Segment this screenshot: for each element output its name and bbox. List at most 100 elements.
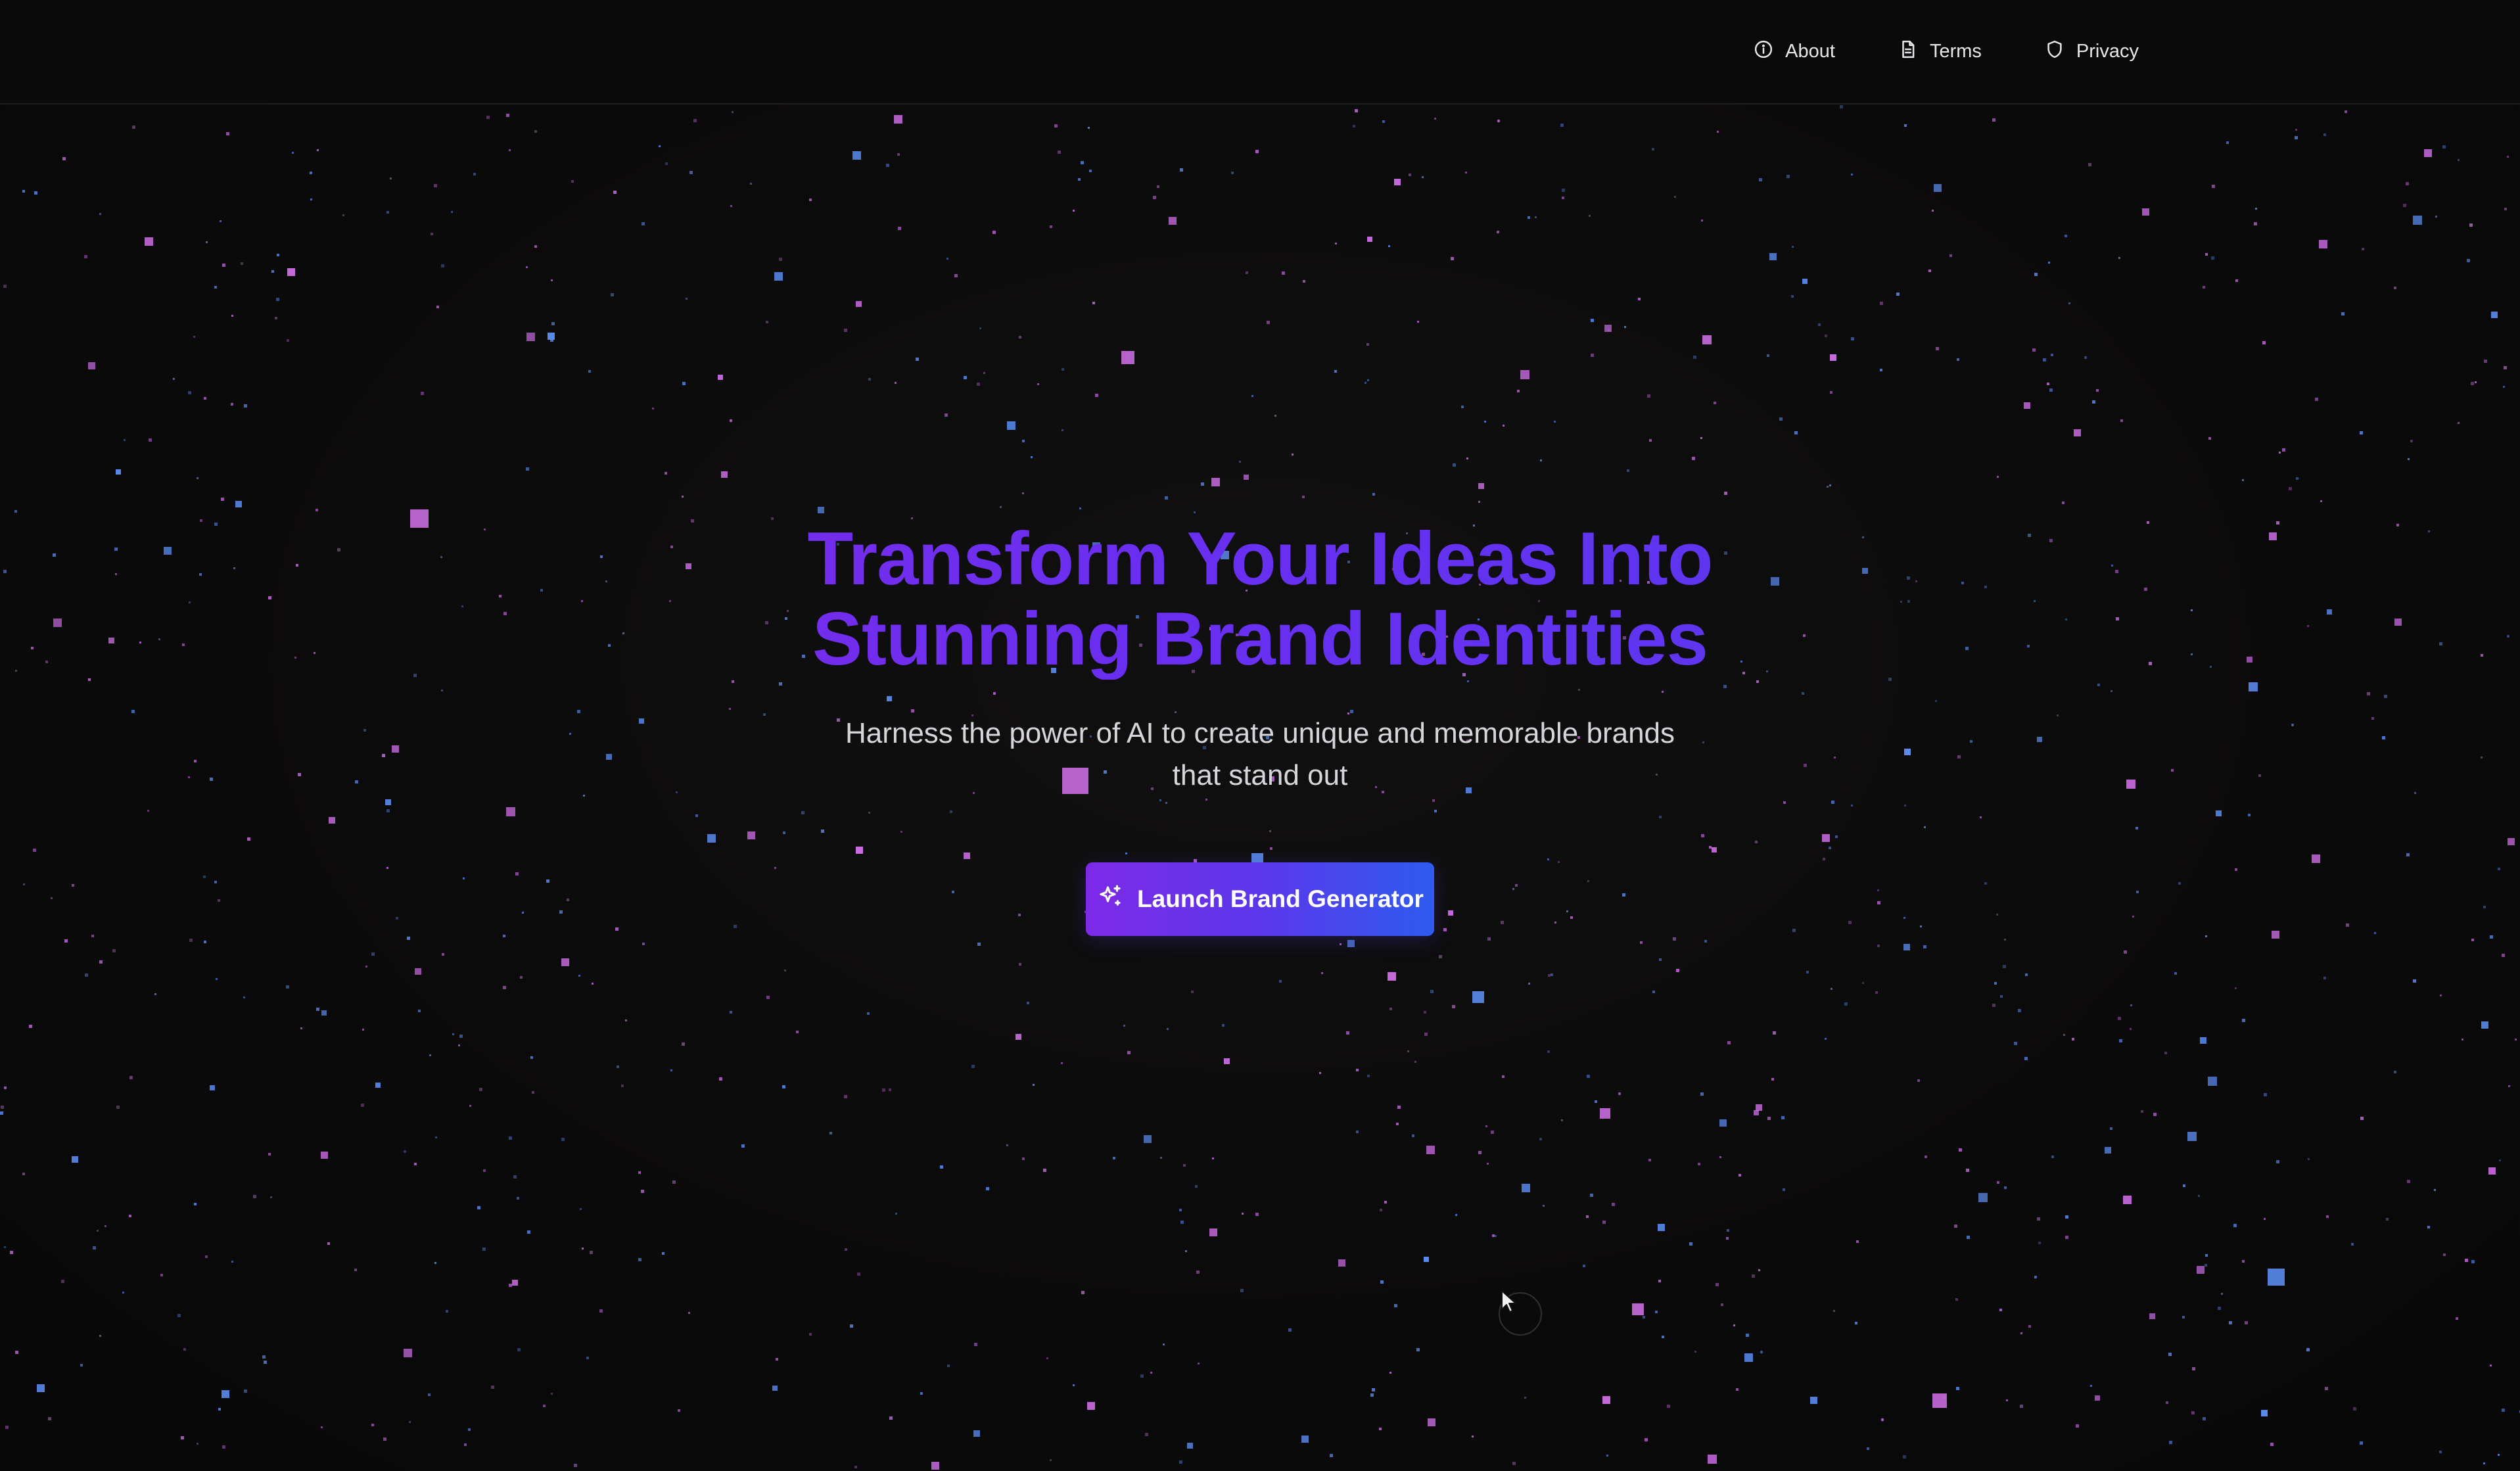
- nav-privacy-link[interactable]: Privacy: [2045, 39, 2139, 64]
- particle: [2323, 133, 2326, 136]
- particle: [1355, 109, 1358, 112]
- particle: [361, 1104, 364, 1107]
- particle: [2062, 502, 2065, 504]
- particle: [1334, 370, 1337, 373]
- particle: [84, 255, 87, 258]
- particle: [574, 1464, 577, 1467]
- particle: [1255, 1213, 1259, 1216]
- particle: [2308, 1158, 2310, 1160]
- particle: [1019, 336, 1021, 339]
- particle: [2242, 1019, 2245, 1022]
- particle: [2065, 1236, 2068, 1239]
- particle: [2110, 1127, 2112, 1130]
- particle: [1701, 220, 1703, 222]
- particle: [183, 1348, 186, 1351]
- particle: [2407, 1180, 2410, 1183]
- particle: [292, 152, 294, 154]
- particle: [1562, 197, 1564, 199]
- particle: [1424, 1033, 1428, 1036]
- particle: [730, 419, 732, 422]
- particle: [1830, 391, 1832, 394]
- nav-about-link[interactable]: About: [1754, 39, 1835, 64]
- particle: [2034, 273, 2038, 276]
- particle: [1244, 475, 1249, 480]
- particle: [2068, 302, 2070, 304]
- particle: [1652, 148, 1654, 151]
- particle: [435, 1136, 437, 1138]
- particle: [2502, 1409, 2505, 1412]
- particle: [2051, 1156, 2054, 1158]
- particle: [2276, 1160, 2279, 1163]
- particle: [897, 153, 900, 156]
- particle: [1389, 1372, 1391, 1374]
- particle: [2261, 1410, 2268, 1416]
- particle: [1662, 1336, 1664, 1338]
- particle: [362, 1029, 364, 1031]
- particle: [2198, 1195, 2200, 1197]
- launch-brand-generator-button[interactable]: Launch Brand Generator: [1086, 862, 1434, 936]
- particle: [235, 501, 242, 507]
- particle: [15, 1351, 18, 1354]
- particle: [530, 1056, 533, 1059]
- particle: [1089, 170, 1092, 172]
- particle: [354, 1269, 357, 1271]
- particle: [940, 1165, 943, 1169]
- nav-terms-label: Terms: [1929, 41, 1982, 62]
- hero-title: Transform Your Ideas Into Stunning Brand…: [0, 519, 2520, 680]
- particle: [2000, 995, 2003, 998]
- particle: [2037, 1217, 2040, 1221]
- particle: [931, 1462, 939, 1470]
- particle: [371, 1424, 374, 1426]
- particle: [1923, 945, 1926, 948]
- particle: [2183, 1184, 2185, 1187]
- particle: [1416, 1348, 1420, 1351]
- particle: [2264, 1093, 2267, 1096]
- particle: [441, 264, 444, 268]
- particle: [2319, 240, 2327, 248]
- particle: [1439, 955, 1442, 958]
- particle: [2187, 1132, 2197, 1141]
- particle: [986, 1187, 989, 1190]
- particle: [149, 438, 152, 442]
- particle: [1412, 1134, 1414, 1137]
- particle: [1356, 1131, 1359, 1133]
- particle: [1472, 991, 1484, 1003]
- particle: [1769, 253, 1777, 260]
- particle: [1904, 124, 1907, 127]
- particle: [371, 952, 375, 956]
- particle: [1925, 1156, 1927, 1158]
- particle: [1019, 963, 1021, 966]
- particle: [1903, 1455, 1906, 1459]
- particle: [977, 943, 981, 946]
- particle: [2203, 286, 2205, 289]
- particle: [947, 1365, 950, 1367]
- particle: [189, 939, 193, 942]
- particle: [1037, 383, 1039, 385]
- particle: [1062, 368, 1064, 371]
- particle: [527, 1230, 530, 1234]
- particle: [1022, 440, 1025, 442]
- particle: [1994, 982, 1997, 985]
- nav-terms-link[interactable]: Terms: [1898, 39, 1982, 64]
- particle: [1478, 483, 1484, 489]
- particle: [2504, 366, 2507, 369]
- particle: [2467, 259, 2470, 262]
- particle: [678, 1409, 680, 1412]
- particle: [132, 126, 135, 129]
- particle: [719, 1077, 722, 1081]
- particle: [2208, 1077, 2217, 1086]
- particle: [672, 1180, 676, 1184]
- particle: [2296, 477, 2298, 480]
- particle: [1727, 1041, 1731, 1044]
- particle: [1992, 118, 1995, 122]
- particle: [1428, 1418, 1435, 1426]
- particle: [1140, 1374, 1144, 1378]
- particle: [2465, 1259, 2468, 1262]
- particle: [1997, 476, 1999, 478]
- particle: [2326, 1215, 2329, 1218]
- particle: [1539, 1138, 1542, 1140]
- particle: [844, 1095, 847, 1098]
- particle: [1676, 969, 1679, 972]
- particle: [2360, 1117, 2364, 1120]
- particle: [1240, 1289, 1244, 1292]
